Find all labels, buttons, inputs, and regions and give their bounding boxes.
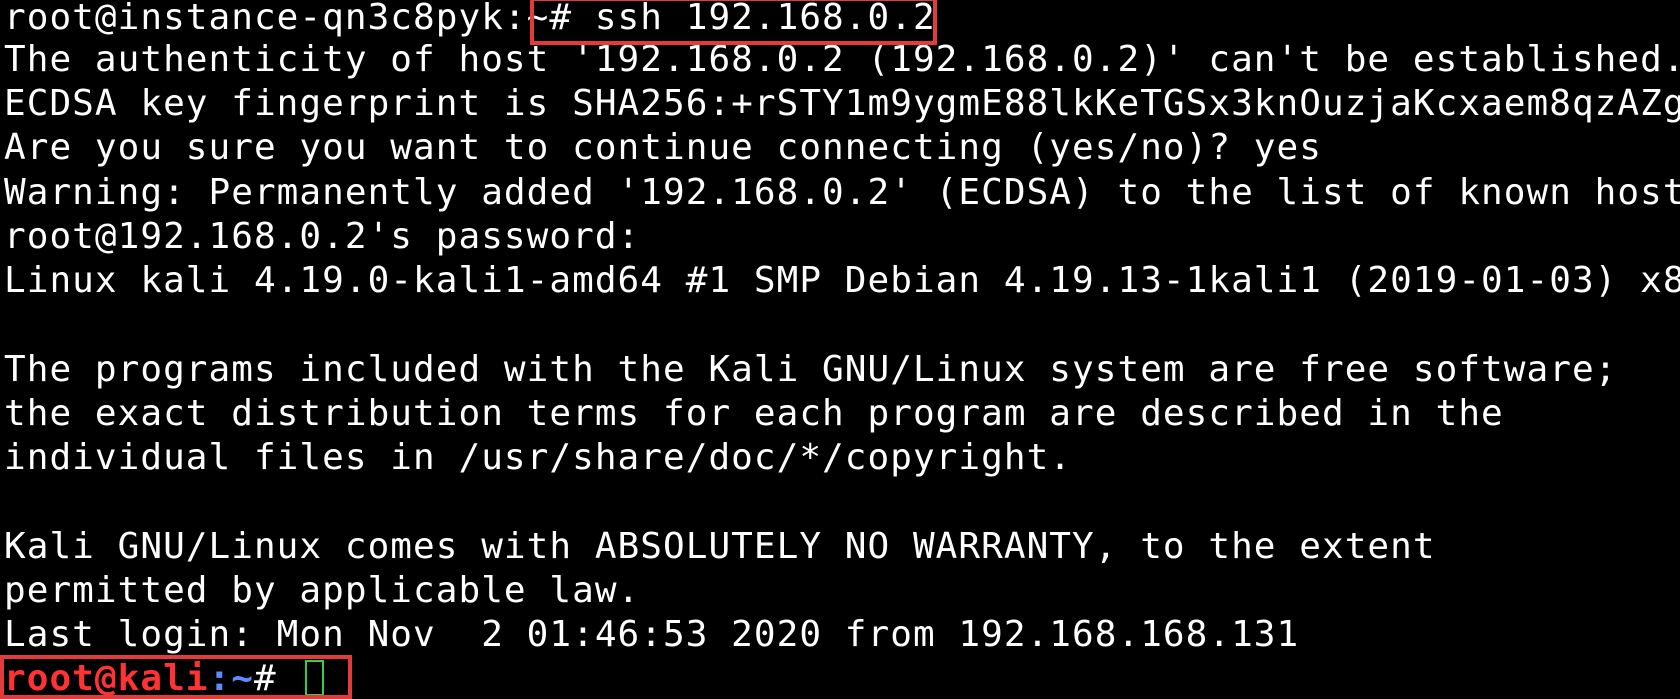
shell-prompt[interactable]: root@kali:~#: [4, 657, 325, 699]
output-line: individual files in /usr/share/doc/*/cop…: [4, 437, 1073, 478]
output-line: Are you sure you want to continue connec…: [4, 127, 1322, 168]
prompt-path: :~: [208, 658, 254, 699]
output-line: the exact distribution terms for each pr…: [4, 393, 1504, 434]
prompt-symbol: #: [253, 658, 300, 699]
output-line: The programs included with the Kali GNU/…: [4, 349, 1618, 390]
output-line: permitted by applicable law.: [4, 570, 641, 611]
prompt-user-host: root@kali: [4, 658, 209, 699]
output-line: Kali GNU/Linux comes with ABSOLUTELY NO …: [4, 526, 1436, 567]
command-line-ssh: root@instance-qn3c8pyk:~# ssh 192.168.0.…: [4, 0, 936, 38]
output-line: root@192.168.0.2's password:: [4, 216, 641, 257]
output-line: Linux kali 4.19.0-kali1-amd64 #1 SMP Deb…: [4, 260, 1680, 301]
output-line: ECDSA key fingerprint is SHA256:+rSTY1m9…: [4, 83, 1680, 124]
last-login-line: Last login: Mon Nov 2 01:46:53 2020 from…: [4, 614, 1300, 655]
output-line: The authenticity of host '192.168.0.2 (1…: [4, 39, 1680, 80]
text-cursor[interactable]: [305, 660, 325, 696]
terminal-window[interactable]: root@instance-qn3c8pyk:~# ssh 192.168.0.…: [0, 0, 1680, 699]
output-line: Warning: Permanently added '192.168.0.2'…: [4, 172, 1680, 213]
